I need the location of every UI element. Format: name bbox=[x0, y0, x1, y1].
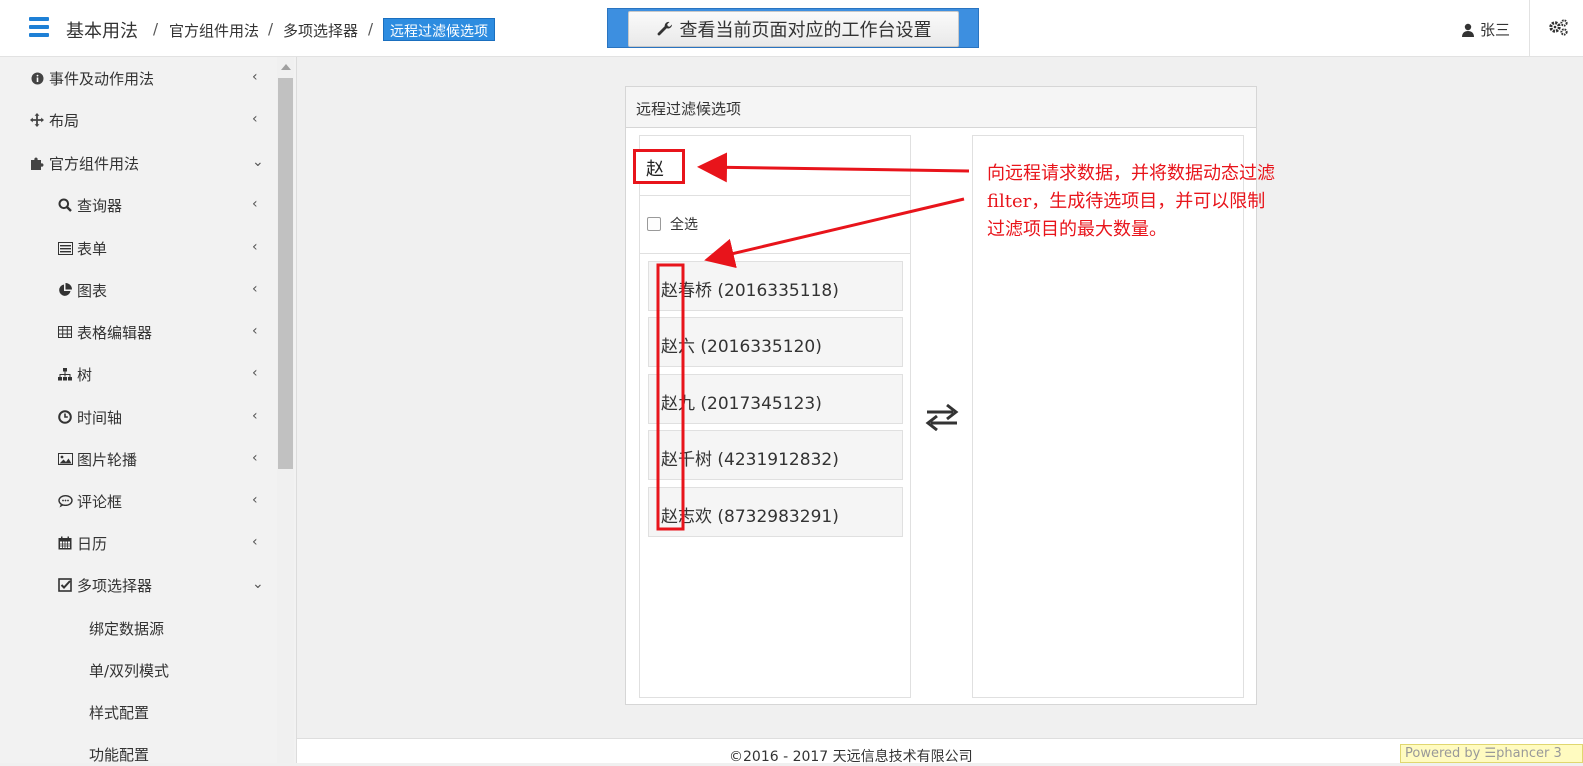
pie-chart-icon bbox=[57, 282, 73, 298]
list-item[interactable]: 赵千树 (4231912832) bbox=[648, 430, 903, 480]
sitemap-icon bbox=[57, 366, 73, 382]
list-item[interactable]: 赵九 (2017345123) bbox=[648, 374, 903, 424]
user-menu[interactable]: 张三 bbox=[1462, 19, 1510, 40]
select-all-label: 全选 bbox=[670, 217, 698, 233]
sidebar-item-label: 功能配置 bbox=[89, 745, 150, 764]
clock-icon bbox=[57, 409, 73, 425]
list-item[interactable]: 赵春桥 (2016335118) bbox=[648, 261, 903, 311]
sidebar-item-timeline[interactable]: 时间轴 ‹ bbox=[0, 396, 275, 438]
breadcrumb-separator: / bbox=[268, 20, 274, 38]
sidebar-item-events[interactable]: 事件及动作用法 ‹ bbox=[0, 57, 275, 99]
breadcrumb-item[interactable]: 官方组件用法 bbox=[169, 20, 259, 41]
sidebar-item-bind-datasource[interactable]: 绑定数据源 bbox=[0, 607, 275, 649]
sidebar-item-query[interactable]: 查询器 ‹ bbox=[0, 184, 275, 226]
sidebar-item-tree[interactable]: 树 ‹ bbox=[0, 353, 275, 395]
chevron-left-icon: ‹ bbox=[252, 408, 258, 424]
sidebar-item-label: 样式配置 bbox=[89, 703, 150, 722]
panel-title: 远程过滤候选项 bbox=[626, 87, 1256, 128]
user-name: 张三 bbox=[1480, 21, 1511, 39]
copyright-text: ©2016 - 2017 天远信息技术有限公司 bbox=[729, 749, 973, 765]
divider bbox=[1529, 0, 1530, 57]
calendar-icon bbox=[57, 535, 73, 551]
sidebar: 事件及动作用法 ‹ 布局 ‹ 官方组件用法 ⌄ 查询器 ‹ 表单 ‹ 图表 ‹ … bbox=[0, 57, 297, 763]
sidebar-item-label: 绑定数据源 bbox=[89, 619, 165, 638]
breadcrumb-separator: / bbox=[368, 20, 374, 38]
top-bar: 基本用法 / 官方组件用法 / 多项选择器 / 远程过滤候选项 查看当前页面对应… bbox=[0, 0, 1583, 57]
sidebar-item-label: 表单 bbox=[77, 239, 108, 258]
sidebar-item-label: 图片轮播 bbox=[77, 450, 138, 469]
puzzle-icon bbox=[29, 155, 45, 171]
sidebar-item-multiselect[interactable]: 多项选择器 ⌄ bbox=[0, 564, 275, 606]
workbench-settings-label: 查看当前页面对应的工作台设置 bbox=[679, 20, 932, 41]
scroll-up-arrow-icon[interactable] bbox=[281, 64, 291, 70]
breadcrumb-current: 远程过滤候选项 bbox=[383, 18, 495, 41]
sidebar-item-label: 事件及动作用法 bbox=[49, 69, 155, 88]
exchange-icon[interactable] bbox=[925, 403, 959, 431]
sidebar-item-carousel[interactable]: 图片轮播 ‹ bbox=[0, 438, 275, 480]
sidebar-item-label: 时间轴 bbox=[77, 408, 123, 427]
chevron-left-icon: ‹ bbox=[252, 492, 258, 508]
sidebar-item-table-editor[interactable]: 表格编辑器 ‹ bbox=[0, 311, 275, 353]
select-all-checkbox[interactable]: 全选 bbox=[647, 214, 698, 234]
checkbox-icon bbox=[647, 217, 661, 231]
breadcrumb-item[interactable]: 多项选择器 bbox=[283, 20, 358, 41]
sidebar-item-form[interactable]: 表单 ‹ bbox=[0, 227, 275, 269]
sidebar-item-comment[interactable]: 评论框 ‹ bbox=[0, 480, 275, 522]
sidebar-item-label: 表格编辑器 bbox=[77, 323, 153, 342]
user-icon bbox=[1462, 23, 1474, 37]
divider bbox=[640, 195, 910, 196]
breadcrumb-separator: / bbox=[153, 20, 159, 38]
sidebar-item-label: 官方组件用法 bbox=[49, 154, 140, 173]
chevron-left-icon: ‹ bbox=[252, 534, 258, 550]
list-alt-icon bbox=[57, 240, 73, 256]
scrollbar-thumb[interactable] bbox=[278, 78, 293, 469]
sidebar-item-label: 布局 bbox=[49, 111, 80, 130]
gears-icon[interactable] bbox=[1548, 18, 1570, 38]
powered-by-badge[interactable]: Powered by ☰phancer 3 bbox=[1400, 744, 1583, 763]
check-square-icon bbox=[57, 577, 73, 593]
chevron-left-icon: ‹ bbox=[252, 111, 258, 127]
workbench-settings-button[interactable]: 查看当前页面对应的工作台设置 bbox=[628, 11, 959, 47]
hamburger-icon[interactable] bbox=[29, 17, 49, 39]
candidate-list: 赵 全选 赵春桥 (2016335118) 赵六 (2016335120) 赵九… bbox=[633, 135, 911, 698]
sidebar-item-official-components[interactable]: 官方组件用法 ⌄ bbox=[0, 142, 275, 184]
sidebar-item-chart[interactable]: 图表 ‹ bbox=[0, 269, 275, 311]
comment-icon bbox=[57, 493, 73, 509]
chevron-left-icon: ‹ bbox=[252, 450, 258, 466]
sidebar-item-label: 查询器 bbox=[77, 196, 123, 215]
sidebar-item-style-config[interactable]: 样式配置 bbox=[0, 691, 275, 733]
chevron-left-icon: ‹ bbox=[252, 281, 258, 297]
chevron-left-icon: ‹ bbox=[252, 196, 258, 212]
table-icon bbox=[57, 324, 73, 340]
sidebar-item-label: 树 bbox=[77, 365, 93, 384]
list-item[interactable]: 赵六 (2016335120) bbox=[648, 317, 903, 367]
search-icon bbox=[57, 197, 73, 213]
sidebar-item-feature-config[interactable]: 功能配置 bbox=[0, 733, 275, 764]
annotation-text: 向远程请求数据，并将数据动态过滤 filter，生成待选项目，并可以限制过滤项目… bbox=[987, 163, 1275, 240]
sidebar-item-label: 单/双列模式 bbox=[89, 661, 170, 680]
chevron-left-icon: ‹ bbox=[252, 239, 258, 255]
sidebar-item-label: 日历 bbox=[77, 534, 108, 553]
sidebar-item-layout[interactable]: 布局 ‹ bbox=[0, 99, 275, 141]
chevron-left-icon: ‹ bbox=[252, 69, 258, 85]
divider bbox=[640, 253, 910, 254]
footer: ©2016 - 2017 天远信息技术有限公司 bbox=[297, 738, 1583, 765]
chevron-left-icon: ‹ bbox=[252, 323, 258, 339]
chevron-left-icon: ‹ bbox=[252, 365, 258, 381]
sidebar-item-calendar[interactable]: 日历 ‹ bbox=[0, 522, 275, 564]
filter-search-input[interactable]: 赵 bbox=[633, 149, 685, 184]
wrench-icon bbox=[657, 21, 672, 36]
move-icon bbox=[29, 112, 45, 128]
sidebar-item-label: 多项选择器 bbox=[77, 576, 153, 595]
chevron-down-icon: ⌄ bbox=[252, 576, 264, 592]
info-circle-icon bbox=[29, 70, 45, 86]
sidebar-item-column-mode[interactable]: 单/双列模式 bbox=[0, 649, 275, 691]
sidebar-item-label: 图表 bbox=[77, 281, 108, 300]
sidebar-item-label: 评论框 bbox=[77, 492, 123, 511]
app-title[interactable]: 基本用法 bbox=[66, 17, 138, 43]
workbench-banner: 查看当前页面对应的工作台设置 bbox=[607, 8, 979, 48]
chevron-down-icon: ⌄ bbox=[252, 154, 264, 170]
list-item[interactable]: 赵志欢 (8732983291) bbox=[648, 487, 903, 537]
image-icon bbox=[57, 451, 73, 467]
